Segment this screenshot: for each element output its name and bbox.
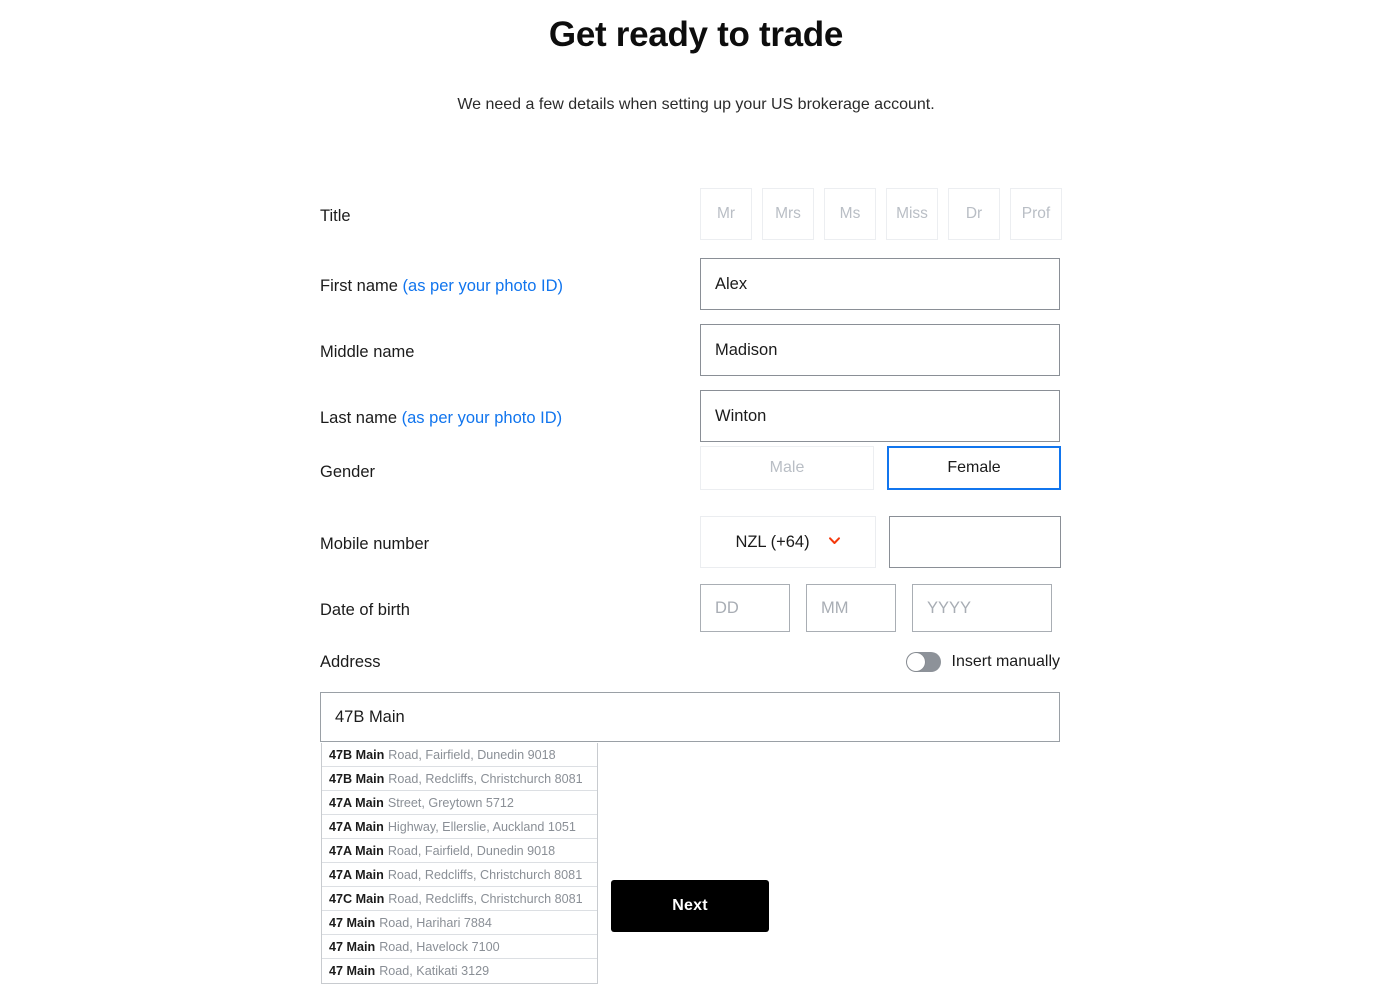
dob-day-input[interactable] — [700, 584, 790, 632]
page-title: Get ready to trade — [548, 15, 844, 54]
suggestion-rest: Road, Harihari 7884 — [379, 915, 492, 930]
form-row-gender: Gender Male Female — [320, 446, 1061, 490]
label-last-name-hint: (as per your photo ID) — [401, 409, 563, 427]
page-header: Get ready to trade We need a few details… — [0, 0, 1392, 114]
suggestion-match: 47 Main — [329, 964, 376, 978]
label-last-name-text: Last name — [320, 409, 398, 427]
suggestion-match: 47C Main — [329, 891, 385, 906]
dob-group — [700, 584, 1052, 632]
next-button[interactable]: Next — [611, 880, 769, 932]
dob-year-input[interactable] — [912, 584, 1052, 632]
label-first-name: First name (as per your photo ID) — [320, 258, 700, 297]
suggestion-rest: Road, Redcliffs, Christchurch 8081 — [387, 867, 583, 882]
suggestion-rest: Highway, Ellerslie, Auckland 1051 — [387, 819, 576, 834]
suggestion-match: 47A Main — [329, 795, 384, 810]
dob-month-input[interactable] — [806, 584, 896, 632]
mobile-group: NZL (+64) — [700, 516, 1061, 568]
suggestion-rest: Road, Fairfield, Dunedin 9018 — [388, 747, 556, 762]
gender-button-female[interactable]: Female — [887, 446, 1061, 490]
label-middle-name: Middle name — [320, 324, 700, 363]
label-gender: Gender — [320, 463, 376, 481]
label-title: Title — [320, 207, 351, 225]
title-chip-miss[interactable]: Miss — [886, 188, 938, 240]
label-mobile-number: Mobile number — [320, 535, 430, 553]
chevron-down-icon — [828, 534, 841, 547]
label-first-name-text: First name — [320, 277, 398, 295]
gender-options: Male Female — [700, 446, 1061, 490]
toggle-knob — [906, 653, 925, 671]
middle-name-input[interactable] — [700, 324, 1060, 376]
address-suggestion-item[interactable]: 47 Main Road, Harihari 7884 — [322, 911, 597, 935]
address-suggestion-item[interactable]: 47B Main Road, Fairfield, Dunedin 9018 — [322, 743, 597, 767]
address-suggestion-item[interactable]: 47 Main Road, Katikati 3129 — [322, 959, 597, 983]
suggestion-rest: Road, Redcliffs, Christchurch 8081 — [388, 891, 583, 906]
form-row-last-name: Last name (as per your photo ID) — [320, 390, 1060, 442]
address-suggestion-item[interactable]: 47 Main Road, Havelock 7100 — [322, 935, 597, 959]
first-name-field-wrap — [700, 258, 1060, 310]
address-suggestion-item[interactable]: 47A Main Road, Redcliffs, Christchurch 8… — [322, 863, 597, 887]
title-chip-group: Mr Mrs Ms Miss Dr Prof — [700, 188, 1062, 240]
country-code-select[interactable]: NZL (+64) — [700, 516, 876, 568]
gender-button-group: Male Female — [700, 446, 1061, 490]
address-suggestion-item[interactable]: 47A Main Street, Greytown 5712 — [322, 791, 597, 815]
last-name-input[interactable] — [700, 390, 1060, 442]
address-suggestion-item[interactable]: 47A Main Highway, Ellerslie, Auckland 10… — [322, 815, 597, 839]
suggestion-match: 47 Main — [329, 915, 376, 930]
suggestion-rest: Road, Katikati 3129 — [379, 964, 490, 978]
title-chip-mr[interactable]: Mr — [700, 188, 752, 240]
suggestion-match: 47A Main — [329, 819, 384, 834]
suggestion-rest: Road, Fairfield, Dunedin 9018 — [387, 843, 556, 858]
title-chip-mrs[interactable]: Mrs — [762, 188, 814, 240]
title-chip-prof[interactable]: Prof — [1010, 188, 1062, 240]
form-row-title: Title Mr Mrs Ms Miss Dr Prof — [320, 188, 1062, 240]
mobile-field-wrap: NZL (+64) — [700, 516, 1061, 568]
dob-field-wrap — [700, 584, 1060, 632]
address-search-input[interactable] — [320, 692, 1060, 742]
form-row-address: Address Insert manually — [320, 650, 1060, 673]
first-name-input[interactable] — [700, 258, 1060, 310]
address-suggestion-item[interactable]: 47B Main Road, Redcliffs, Christchurch 8… — [322, 767, 597, 791]
page-subtitle: We need a few details when setting up yo… — [457, 96, 935, 113]
insert-manually-toggle-wrap: Insert manually — [905, 650, 1061, 672]
form-row-mobile: Mobile number NZL (+64) — [320, 516, 1061, 568]
title-options: Mr Mrs Ms Miss Dr Prof — [700, 188, 1062, 240]
label-middle-name-text: Middle name — [320, 343, 415, 361]
label-last-name: Last name (as per your photo ID) — [320, 390, 700, 429]
suggestion-match: 47A Main — [329, 867, 384, 882]
address-suggestions-list: 47B Main Road, Fairfield, Dunedin 9018 4… — [321, 743, 598, 984]
suggestion-rest: Street, Greytown 5712 — [387, 795, 514, 810]
country-code-value: NZL (+64) — [735, 532, 810, 551]
form-row-dob: Date of birth — [320, 584, 1060, 632]
title-chip-ms[interactable]: Ms — [824, 188, 876, 240]
suggestion-match: 47 Main — [329, 939, 376, 954]
gender-button-male[interactable]: Male — [700, 446, 874, 490]
suggestion-rest: Road, Havelock 7100 — [379, 939, 500, 954]
title-chip-dr[interactable]: Dr — [948, 188, 1000, 240]
suggestion-match: 47A Main — [329, 843, 384, 858]
form-row-first-name: First name (as per your photo ID) — [320, 258, 1060, 310]
insert-manually-label: Insert manually — [951, 653, 1061, 670]
insert-manually-toggle[interactable] — [905, 652, 941, 672]
suggestion-match: 47B Main — [329, 747, 385, 762]
address-suggestion-item[interactable]: 47C Main Road, Redcliffs, Christchurch 8… — [322, 887, 597, 911]
last-name-field-wrap — [700, 390, 1060, 442]
label-address: Address — [320, 653, 381, 671]
label-date-of-birth: Date of birth — [320, 601, 410, 619]
address-suggestion-item[interactable]: 47A Main Road, Fairfield, Dunedin 9018 — [322, 839, 597, 863]
form-row-middle-name: Middle name — [320, 324, 1060, 376]
suggestion-rest: Road, Redcliffs, Christchurch 8081 — [388, 771, 583, 786]
suggestion-match: 47B Main — [329, 771, 385, 786]
label-first-name-hint: (as per your photo ID) — [402, 277, 564, 295]
mobile-number-input[interactable] — [889, 516, 1061, 568]
middle-name-field-wrap — [700, 324, 1060, 376]
